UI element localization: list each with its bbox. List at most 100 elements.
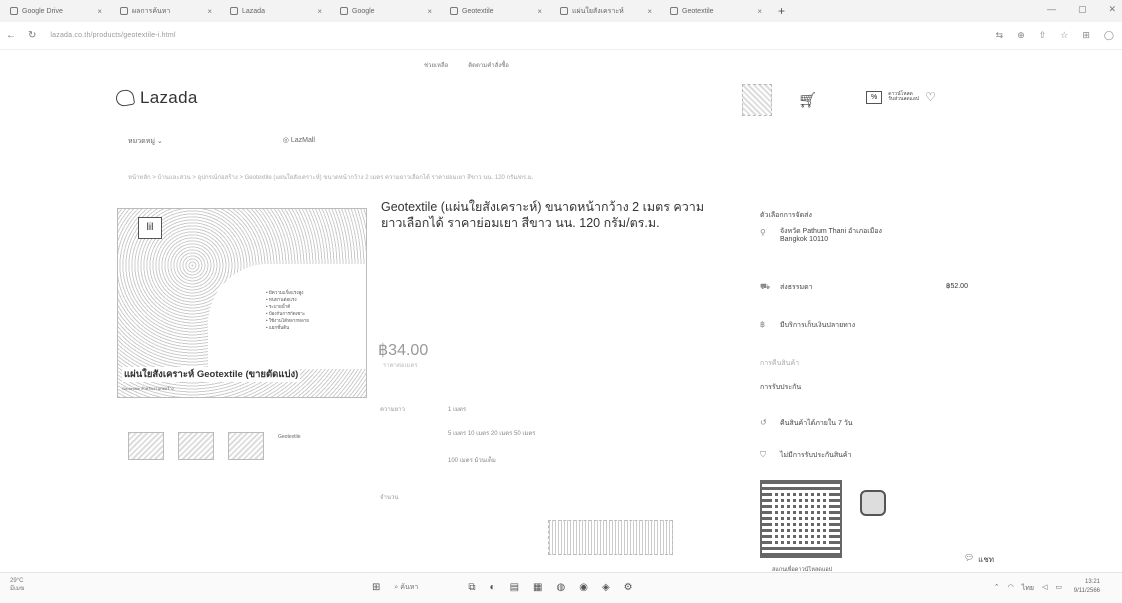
close-icon[interactable]: × bbox=[427, 7, 432, 16]
browser-tab[interactable]: Lazada × bbox=[224, 2, 328, 20]
browser-tab[interactable]: ผลการค้นหา × bbox=[114, 2, 218, 20]
tab-favicon-icon bbox=[120, 7, 128, 15]
url-input[interactable]: lazada.co.th/products/geotextile-i.html bbox=[50, 32, 175, 39]
taskbar-search[interactable]: ⌕ ค้นหา bbox=[394, 582, 454, 593]
translate-icon[interactable]: ⇆ bbox=[996, 30, 1004, 41]
spec-line: • ป้องกันการกัดเซาะ bbox=[266, 311, 306, 316]
file-explorer-icon[interactable]: ▤ bbox=[510, 582, 519, 593]
weather-widget[interactable]: 29°C มีเมฆ bbox=[10, 577, 24, 593]
categories-menu[interactable]: หมวดหมู่ ⌄ bbox=[128, 136, 163, 147]
browser-tab[interactable]: Geotextile × bbox=[664, 2, 768, 20]
close-window-icon[interactable]: ✕ bbox=[1108, 4, 1116, 15]
star-icon[interactable]: ☆ bbox=[1060, 30, 1068, 41]
thumbnail-label: Geotextile bbox=[278, 434, 301, 440]
close-icon[interactable]: × bbox=[757, 7, 762, 16]
qr-code-mini bbox=[742, 84, 772, 116]
lazmall-icon: ◎ bbox=[282, 137, 289, 144]
delivery-address[interactable]: ⚲ จังหวัด Pathum Thani อำเภอเมือง Bangko… bbox=[760, 228, 920, 244]
language-indicator[interactable]: ไทย bbox=[1022, 583, 1034, 594]
reload-icon[interactable]: ↻ bbox=[28, 30, 36, 41]
minimize-icon[interactable]: — bbox=[1047, 4, 1056, 15]
new-tab-button[interactable]: + bbox=[778, 4, 785, 18]
close-icon[interactable]: × bbox=[97, 7, 102, 16]
tab-label: Google bbox=[352, 7, 375, 15]
chevron-down-icon: ⌄ bbox=[156, 138, 163, 145]
chat-button[interactable]: 💬︎ แชท bbox=[964, 553, 994, 566]
spec-line: • มีความแข็งแรงสูง bbox=[266, 290, 304, 295]
breadcrumb[interactable]: หน้าหลัก > บ้านและสวน > อุปกรณ์ก่อสร้าง … bbox=[128, 172, 908, 182]
shipping-price: ฿52.00 bbox=[946, 283, 968, 290]
tab-favicon-icon bbox=[230, 7, 238, 15]
tab-label: Geotextile bbox=[682, 7, 714, 15]
task-view-icon[interactable]: ⧉ bbox=[468, 582, 475, 593]
lazada-logo[interactable]: Lazada bbox=[114, 88, 198, 108]
zoom-icon[interactable]: ⊕ bbox=[1017, 30, 1025, 41]
lazmall-link[interactable]: ◎ LazMall bbox=[283, 136, 315, 147]
battery-icon[interactable]: ▭ bbox=[1055, 583, 1062, 594]
close-icon[interactable]: × bbox=[647, 7, 652, 16]
volume-icon[interactable]: ◁ bbox=[1042, 583, 1047, 594]
spec-list: • มีความแข็งแรงสูง • ทนทานต่อแรง • ระบาย… bbox=[266, 289, 309, 331]
taskbar-apps: ⊞ ⌕ ค้นหา ⧉ ◐ ▤ ▦ ◍ ◉ ◈ ⚙ bbox=[372, 582, 633, 593]
top-link[interactable]: ช่วยเหลือ bbox=[424, 60, 448, 70]
thumbnail[interactable] bbox=[228, 432, 264, 460]
wifi-icon[interactable]: ◠ bbox=[1008, 583, 1014, 594]
option-value[interactable]: 1 เมตร bbox=[448, 404, 466, 414]
thumbnail[interactable] bbox=[128, 432, 164, 460]
tab-favicon-icon bbox=[10, 7, 18, 15]
start-icon[interactable]: ⊞ bbox=[372, 582, 380, 593]
address-bar: ← ↻ lazada.co.th/products/geotextile-i.h… bbox=[0, 22, 1122, 50]
truck-icon: ⛟ bbox=[760, 282, 771, 291]
app-promo-banner[interactable]: % ดาวน์โหลด รับส่วนลดแอป ♡ bbox=[866, 90, 936, 104]
lazada-app-icon bbox=[860, 490, 886, 516]
close-icon[interactable]: × bbox=[207, 7, 212, 16]
location-pin-icon: ⚲ bbox=[760, 228, 766, 237]
spec-line: • ใช้งานได้หลากหลาย bbox=[266, 318, 309, 323]
clock[interactable]: 13:21 9/11/2566 bbox=[1074, 578, 1100, 596]
option-value[interactable]: 100 เมตร ม้วนเต็ม bbox=[448, 455, 496, 465]
profile-icon[interactable]: ◯ bbox=[1104, 30, 1114, 41]
shipping-row: ⛟ ส่งธรรมดา ฿52.00 bbox=[760, 282, 968, 291]
share-icon[interactable]: ⇧ bbox=[1039, 30, 1047, 41]
warranty-row: ⛉ ไม่มีการรับประกันสินค้า bbox=[760, 450, 852, 459]
close-icon[interactable]: × bbox=[537, 7, 542, 16]
browser-tab[interactable]: Google Drive × bbox=[4, 2, 108, 20]
return-header: การคืนสินค้า bbox=[760, 360, 800, 367]
spec-line: • ระบายน้ำดี bbox=[266, 304, 291, 309]
extensions-icon[interactable]: ⊞ bbox=[1082, 30, 1090, 41]
top-link[interactable]: ติดตามคำสั่งซื้อ bbox=[468, 60, 509, 70]
thumbnail[interactable] bbox=[178, 432, 214, 460]
close-icon[interactable]: × bbox=[317, 7, 322, 16]
cash-icon: ฿ bbox=[760, 320, 766, 329]
price-subtext: ราคาต่อเมตร bbox=[383, 363, 418, 369]
edge-icon[interactable]: ◍ bbox=[556, 582, 565, 593]
search-area[interactable] bbox=[238, 110, 618, 120]
store-icon[interactable]: ▦ bbox=[533, 582, 542, 593]
app-qr-code bbox=[760, 480, 842, 558]
maximize-icon[interactable]: ▢ bbox=[1078, 4, 1087, 15]
tab-label: ผลการค้นหา bbox=[132, 7, 171, 15]
os-taskbar: 29°C มีเมฆ ⊞ ⌕ ค้นหา ⧉ ◐ ▤ ▦ ◍ ◉ ◈ ⚙ ⌃ ◠… bbox=[0, 572, 1122, 603]
heart-outline-icon: ♡ bbox=[925, 90, 936, 104]
browser-tab[interactable]: แผ่นใยสังเคราะห์ × bbox=[554, 2, 658, 20]
option-value[interactable]: 5 เมตร 10 เมตร 20 เมตร 50 เมตร bbox=[448, 428, 536, 438]
app-icon[interactable]: ◈ bbox=[602, 582, 610, 593]
chat-app-icon[interactable]: ◐ bbox=[490, 582, 496, 593]
search-icon: ⌕ bbox=[394, 584, 399, 591]
cod-row: ฿ มีบริการเก็บเงินปลายทาง bbox=[760, 320, 856, 329]
product-main-image[interactable]: lil • มีความแข็งแรงสูง • ทนทานต่อแรง • ร… bbox=[117, 208, 367, 398]
chevron-up-icon[interactable]: ⌃ bbox=[994, 583, 1000, 594]
spec-line: • ทนทานต่อแรง bbox=[266, 297, 297, 302]
barcode-image bbox=[548, 520, 673, 555]
back-icon[interactable]: ← bbox=[6, 30, 16, 41]
tab-favicon-icon bbox=[670, 7, 678, 15]
image-subcaption: Geotextile สำหรับงานก่อสร้าง bbox=[122, 386, 174, 391]
browser-tab[interactable]: Google × bbox=[334, 2, 438, 20]
image-caption: แผ่นใยสังเคราะห์ Geotextile (ขายตัดแบ่ง) bbox=[122, 367, 301, 382]
settings-icon[interactable]: ⚙ bbox=[624, 582, 633, 593]
cart-icon[interactable]: 🛒︎ bbox=[798, 91, 817, 109]
browser-tab[interactable]: Geotextile × bbox=[444, 2, 548, 20]
promo-line: รับส่วนลดแอป bbox=[888, 96, 920, 102]
chrome-icon[interactable]: ◉ bbox=[579, 582, 588, 593]
promo-text: ดาวน์โหลด รับส่วนลดแอป bbox=[888, 91, 920, 103]
